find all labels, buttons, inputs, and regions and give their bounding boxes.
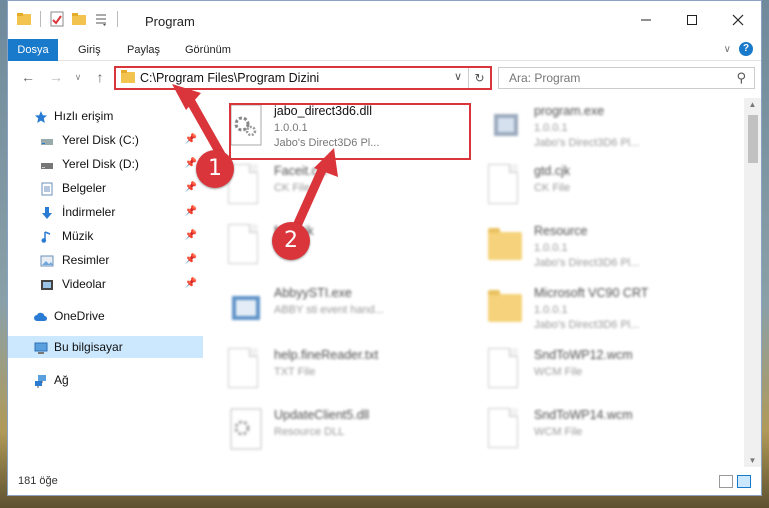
step-badge-2: 2 — [272, 222, 310, 260]
step-badge-1: 1 — [196, 150, 234, 188]
annotation-arrows — [172, 84, 338, 233]
arrow-2 — [291, 165, 327, 233]
